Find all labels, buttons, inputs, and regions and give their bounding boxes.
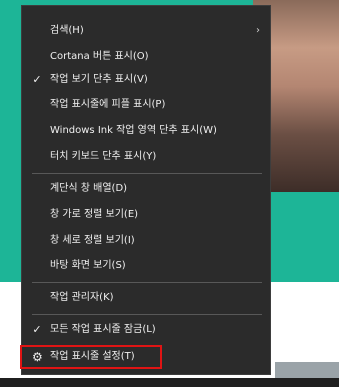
menu-separator (32, 282, 262, 283)
menu-item-people[interactable]: 작업 표시줄에 피플 표시(P) (22, 94, 270, 116)
menu-item-task-view[interactable]: ✓ 작업 보기 단추 표시(V) (22, 69, 270, 91)
menu-separator (32, 314, 262, 315)
menu-item-task-manager[interactable]: 작업 관리자(K) (22, 287, 270, 309)
taskbar[interactable] (0, 378, 339, 387)
checkmark-icon: ✓ (32, 73, 42, 86)
menu-item-label: 바탕 화면 보기(S) (50, 260, 126, 271)
menu-item-label: 터치 키보드 단추 표시(Y) (50, 151, 157, 162)
menu-item-label: 작업 표시줄에 피플 표시(P) (50, 99, 166, 110)
menu-item-lock-taskbar[interactable]: ✓ 모든 작업 표시줄 잠금(L) (22, 319, 270, 341)
menu-item-show-desktop[interactable]: 바탕 화면 보기(S) (22, 255, 270, 277)
menu-item-stack[interactable]: 창 가로 정렬 보기(E) (22, 204, 270, 226)
menu-item-side-by-side[interactable]: 창 세로 정렬 보기(I) (22, 230, 270, 252)
menu-item-label: Cortana 버튼 표시(O) (50, 51, 149, 62)
menu-item-label: 작업 관리자(K) (50, 292, 114, 303)
menu-separator (32, 173, 262, 174)
menu-item-touch-keyboard[interactable]: 터치 키보드 단추 표시(Y) (22, 146, 270, 168)
chevron-right-icon: › (256, 25, 260, 36)
menu-item-cascade[interactable]: 계단식 창 배열(D) (22, 178, 270, 200)
menu-item-label: 작업 보기 단추 표시(V) (50, 74, 148, 85)
menu-item-windows-ink[interactable]: Windows Ink 작업 영역 단추 표시(W) (22, 120, 270, 142)
menu-item-search[interactable]: 검색(H) › (22, 20, 270, 42)
checkmark-icon: ✓ (32, 323, 42, 336)
menu-item-label: 창 가로 정렬 보기(E) (50, 209, 139, 220)
taskbar-context-menu: 검색(H) › Cortana 버튼 표시(O) ✓ 작업 보기 단추 표시(V… (21, 5, 271, 375)
menu-item-label: 계단식 창 배열(D) (50, 183, 128, 194)
menu-item-label: 검색(H) (50, 25, 84, 36)
menu-item-label: Windows Ink 작업 영역 단추 표시(W) (50, 125, 217, 136)
menu-item-label: 모든 작업 표시줄 잠금(L) (50, 324, 156, 335)
highlight-box (20, 345, 162, 369)
menu-item-label: 창 세로 정렬 보기(I) (50, 235, 135, 246)
menu-item-cortana[interactable]: Cortana 버튼 표시(O) (22, 46, 270, 68)
